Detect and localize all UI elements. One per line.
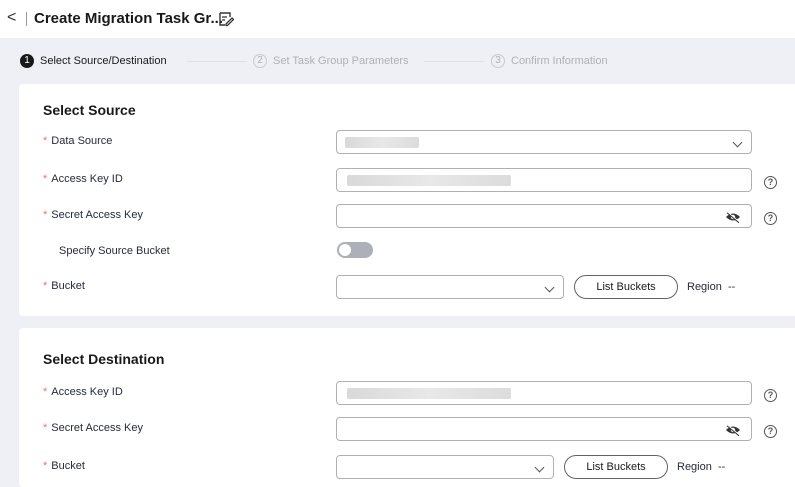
data-source-label: * Data Source (43, 135, 113, 147)
selected-value-redacted (345, 137, 419, 148)
help-icon[interactable]: ? (764, 389, 777, 402)
region-info: Region -- (677, 461, 726, 473)
hide-password-icon[interactable] (725, 211, 741, 223)
source-access-key-input[interactable] (336, 168, 752, 192)
step-connector (187, 61, 247, 62)
specify-bucket-toggle[interactable] (337, 242, 373, 258)
destination-bucket-select[interactable] (336, 455, 554, 479)
step-1-label: Select Source/Destination (40, 55, 167, 67)
bucket-label: * Bucket (43, 460, 85, 472)
step-2-label: Set Task Group Parameters (273, 55, 409, 67)
list-buckets-button[interactable]: List Buckets (564, 455, 668, 479)
destination-access-key-input[interactable] (336, 381, 752, 405)
data-source-select[interactable] (336, 130, 752, 154)
input-value-redacted (347, 175, 511, 186)
step-connector (424, 61, 484, 62)
destination-card: Select Destination * Access Key ID ? * Sec… (19, 328, 795, 487)
toggle-knob (339, 244, 351, 256)
header-divider (26, 12, 27, 26)
required-marker: * (43, 422, 48, 434)
required-marker: * (43, 135, 48, 147)
source-section-title: Select Source (43, 102, 136, 118)
page-title: Create Migration Task Gr... (34, 10, 223, 27)
access-key-label: * Access Key ID (43, 386, 123, 398)
bucket-label: * Bucket (43, 280, 85, 292)
step-3-number: 3 (491, 54, 505, 68)
region-info: Region -- (687, 281, 736, 293)
required-marker: * (43, 209, 48, 221)
required-marker: * (43, 386, 48, 398)
source-bucket-select[interactable] (336, 275, 564, 299)
destination-secret-key-input[interactable] (336, 417, 752, 441)
edit-icon[interactable] (218, 11, 234, 27)
specify-bucket-label: Specify Source Bucket (59, 245, 170, 257)
required-marker: * (43, 460, 48, 472)
help-icon[interactable]: ? (764, 212, 777, 225)
step-2-number: 2 (253, 54, 267, 68)
page-header: < Create Migration Task Gr... (0, 0, 795, 38)
step-1-number: 1 (20, 54, 34, 68)
chevron-down-icon (534, 462, 545, 473)
source-secret-key-input[interactable] (336, 204, 752, 228)
help-icon[interactable]: ? (764, 425, 777, 438)
hide-password-icon[interactable] (725, 424, 741, 436)
input-value-redacted (347, 388, 511, 399)
chevron-down-icon (732, 137, 743, 148)
step-3-label: Confirm Information (511, 55, 608, 67)
source-card: Select Source * Data Source * Access Key I… (19, 84, 795, 316)
destination-section-title: Select Destination (43, 351, 165, 367)
required-marker: * (43, 280, 48, 292)
required-marker: * (43, 173, 48, 185)
secret-key-label: * Secret Access Key (43, 209, 143, 221)
access-key-label: * Access Key ID (43, 173, 123, 185)
list-buckets-button[interactable]: List Buckets (574, 275, 678, 299)
back-arrow-icon[interactable]: < (7, 10, 16, 26)
help-icon[interactable]: ? (764, 176, 777, 189)
step-indicator: 1 Select Source/Destination 2 Set Task G… (0, 48, 795, 74)
secret-key-label: * Secret Access Key (43, 422, 143, 434)
chevron-down-icon (544, 282, 555, 293)
